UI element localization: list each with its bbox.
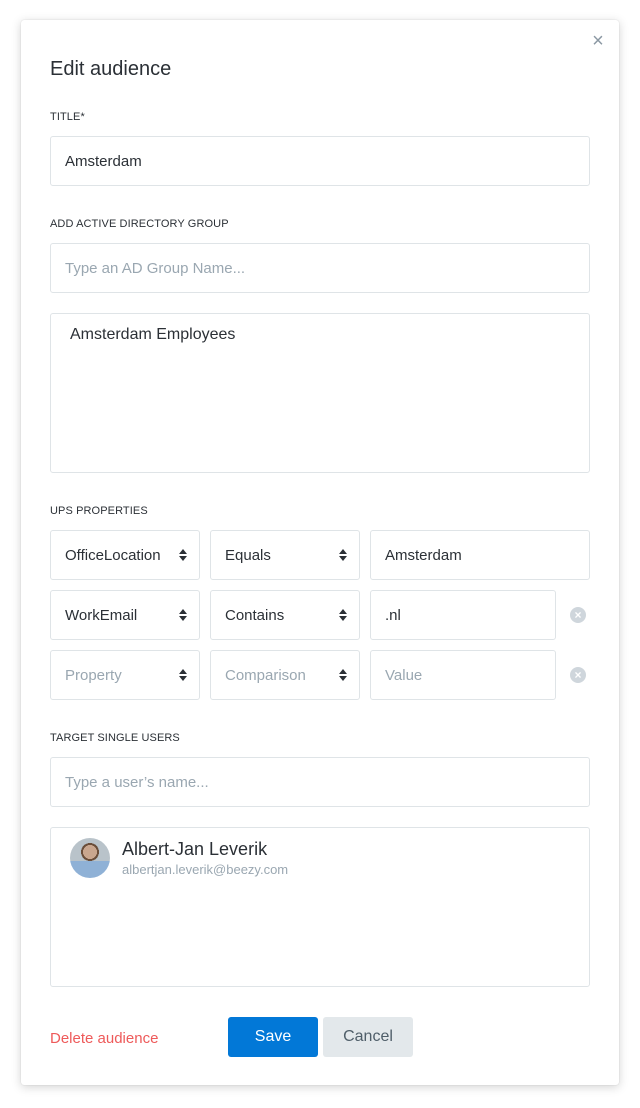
property-select[interactable]: Property [50,650,200,700]
title-input[interactable] [65,152,589,170]
remove-row-icon[interactable]: × [570,667,586,683]
user-name: Albert-Jan Leverik [122,839,268,859]
sort-arrows-icon [179,669,187,681]
comparison-select[interactable]: Contains [210,590,360,640]
comparison-select-placeholder: Comparison [225,666,306,684]
property-select-value: WorkEmail [65,606,138,624]
ups-properties-label: UPS PROPERTIES [50,505,148,517]
save-button[interactable]: Save [228,1017,318,1057]
title-field[interactable] [50,136,590,186]
cancel-button[interactable]: Cancel [323,1017,413,1057]
sort-arrows-icon [339,669,347,681]
value-field[interactable] [370,530,590,580]
close-icon[interactable]: × [589,31,607,51]
single-users-label: TARGET SINGLE USERS [50,732,180,744]
value-field[interactable] [370,650,556,700]
title-label: TITLE* [50,111,85,123]
ad-group-input[interactable] [65,259,589,277]
remove-row-icon[interactable]: × [570,607,586,623]
comparison-select[interactable]: Equals [210,530,360,580]
ad-group-item[interactable]: Amsterdam Employees [70,326,235,344]
ad-group-selected-list: Amsterdam Employees [50,313,590,473]
selected-users-list: Albert-Jan Leverik albertjan.leverik@bee… [50,827,590,987]
value-input[interactable] [385,666,555,684]
property-select[interactable]: OfficeLocation [50,530,200,580]
property-select-value: OfficeLocation [65,546,161,564]
sort-arrows-icon [339,609,347,621]
edit-audience-dialog: × Edit audience TITLE* ADD ACTIVE DIRECT… [21,20,619,1085]
comparison-select-value: Contains [225,606,285,624]
delete-audience-link[interactable]: Delete audience [50,1030,158,1047]
property-select[interactable]: WorkEmail [50,590,200,640]
avatar [70,838,110,878]
user-email: albertjan.leverik@beezy.com [122,862,289,877]
sort-arrows-icon [179,549,187,561]
comparison-select-value: Equals [225,546,271,564]
user-search-input[interactable] [65,773,589,791]
user-search-field[interactable] [50,757,590,807]
value-input[interactable] [385,606,555,624]
ad-group-field[interactable] [50,243,590,293]
value-field[interactable] [370,590,556,640]
property-select-placeholder: Property [65,666,122,684]
dialog-title: Edit audience [50,58,172,80]
ad-group-label: ADD ACTIVE DIRECTORY GROUP [50,218,229,230]
value-input[interactable] [385,546,589,564]
sort-arrows-icon [179,609,187,621]
comparison-select[interactable]: Comparison [210,650,360,700]
sort-arrows-icon [339,549,347,561]
